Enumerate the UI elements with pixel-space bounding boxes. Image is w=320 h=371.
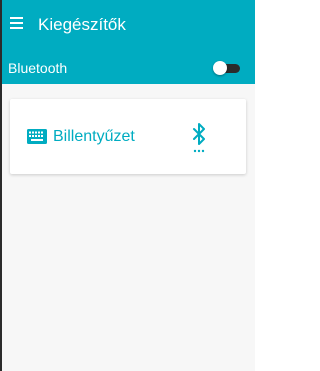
- toggle-thumb: [213, 61, 227, 75]
- bluetooth-row: Bluetooth: [2, 52, 255, 84]
- bluetooth-label: Bluetooth: [8, 60, 68, 76]
- screen: Kiegészítők Bluetooth Billentyűzet: [0, 0, 255, 371]
- bluetooth-toggle[interactable]: [213, 61, 241, 75]
- bluetooth-searching-icon: [193, 123, 205, 153]
- page-title: Kiegészítők: [38, 15, 126, 34]
- hamburger-menu-icon[interactable]: [10, 17, 24, 31]
- app-bar: Kiegészítők: [2, 0, 255, 52]
- device-card-keyboard[interactable]: Billentyűzet: [10, 99, 246, 174]
- device-name: Billentyűzet: [53, 128, 135, 145]
- keyboard-icon: [27, 129, 47, 144]
